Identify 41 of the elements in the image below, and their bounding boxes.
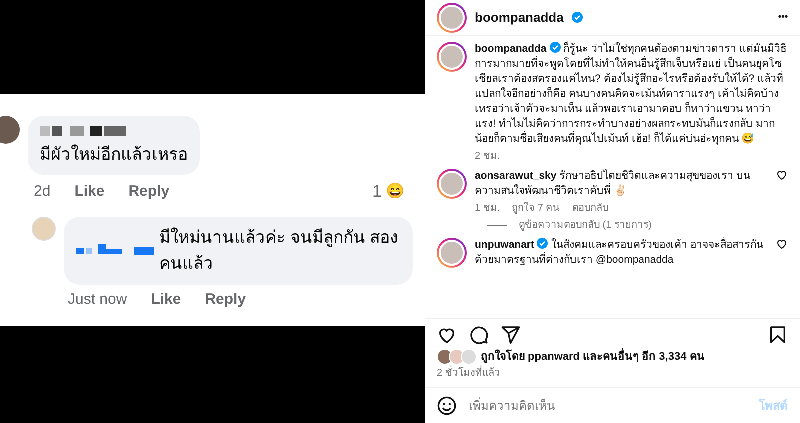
caption-time: 2 ชม. [475,150,502,164]
bookmark-icon[interactable] [768,324,788,344]
heart-icon[interactable] [776,169,788,181]
comment-text: unpuwanart ในสังคมและครอบครัวของเค้า อาจจะสื่อสารกันด้วยมาตรฐานที่ต่างกับเรา @boompanadda [475,238,764,268]
avatar[interactable] [437,238,467,268]
verified-badge-icon [550,42,561,53]
reaction-count: 1 [372,181,382,203]
comment-text: aonsarawut_sky รักษาอธิปไตยชีวิตและความสุขของเรา บนความสนใจพัฒนาชีวิตเราคับพี่ ✌🏻 [475,169,752,199]
like-link[interactable]: Like [151,288,182,311]
avatar [449,348,465,365]
comment-text: มีใหม่นานแล้วค่ะ จนมีลูกกัน สองคนแล้ว [160,226,400,274]
comment-text: มีผัวใหม่อีกแล้วเหรอ [40,144,188,166]
reply-link[interactable]: Reply [128,180,170,203]
avatar[interactable] [437,169,467,199]
caption-text: boompanadda ก็รู้นะ ว่าไม่ใช่ทุกคนต้องตามข่าวดารา แต่มันมีวิธีการมากมายที่จะพูดโดยที่ไม่ทำให้คนอื่นรู้สึกเจ็บหรือแย่ เป็นคนยุคโซเชียลเราต้องสตรองแค่ไหน? ต้องไม่รู้สึกอะไรหรือต้องรับให้ได้? แล้วที่แปลกใจอีกอย่างก็คือ คนบางคนคิดจะเม้นท์ดาราแรงๆ เค้าไม่คิดบ้างเหรอว่าเจ้าตัวจะมาเห็น แล้วพอเราเอามาตอบ ก็หาว่าแขวน หาว่าแรง! ทำไมไม่คิดว่าการกระทำบางอย่างผลกระทบมันก็แรงกลับ มากน้อยก็ตามชื่อเสียงคนที่คุณไปเม้นท์ เฮ้อ! ก็ได้แค่บ่นอ่ะทุกคน 😅 [475,42,788,147]
verified-badge-icon [537,238,548,249]
post-time: 2 ชั่วโมงที่แล้ว [437,366,788,381]
comment-time: 2d [34,182,51,202]
comment-input[interactable]: เพิ่มความคิดเห็น [469,396,747,414]
comment-icon[interactable] [469,324,489,344]
heart-icon[interactable] [776,238,788,250]
verified-badge-icon [572,12,583,23]
username[interactable]: boompanadda [475,8,564,28]
comment-time: 1 ชม. [475,202,500,216]
view-replies-link[interactable]: ดูข้อความตอบกลับ (1 รายการ) [519,218,652,233]
avatar [437,348,453,365]
avatar [461,348,477,365]
like-link[interactable]: Like [74,180,105,203]
avatar[interactable] [437,2,467,32]
reply-link[interactable]: Reply [205,288,246,311]
avatar [0,116,20,144]
likes-summary[interactable]: ถูกใจโดย ppanward และคนอื่นๆ อีก 3,334 คน [481,348,705,365]
comment-time: Just now [68,290,128,310]
avatar[interactable] [437,42,467,72]
emoji-icon[interactable] [437,396,457,416]
more-options-button[interactable]: ••• [778,10,788,25]
avatar [32,216,56,240]
laughing-emoji-icon: 😄 [386,180,405,203]
send-icon[interactable] [501,324,521,344]
comment-likes: ถูกใจ 7 คน [512,201,560,216]
reply-link[interactable]: ตอบกลับ [572,201,608,216]
